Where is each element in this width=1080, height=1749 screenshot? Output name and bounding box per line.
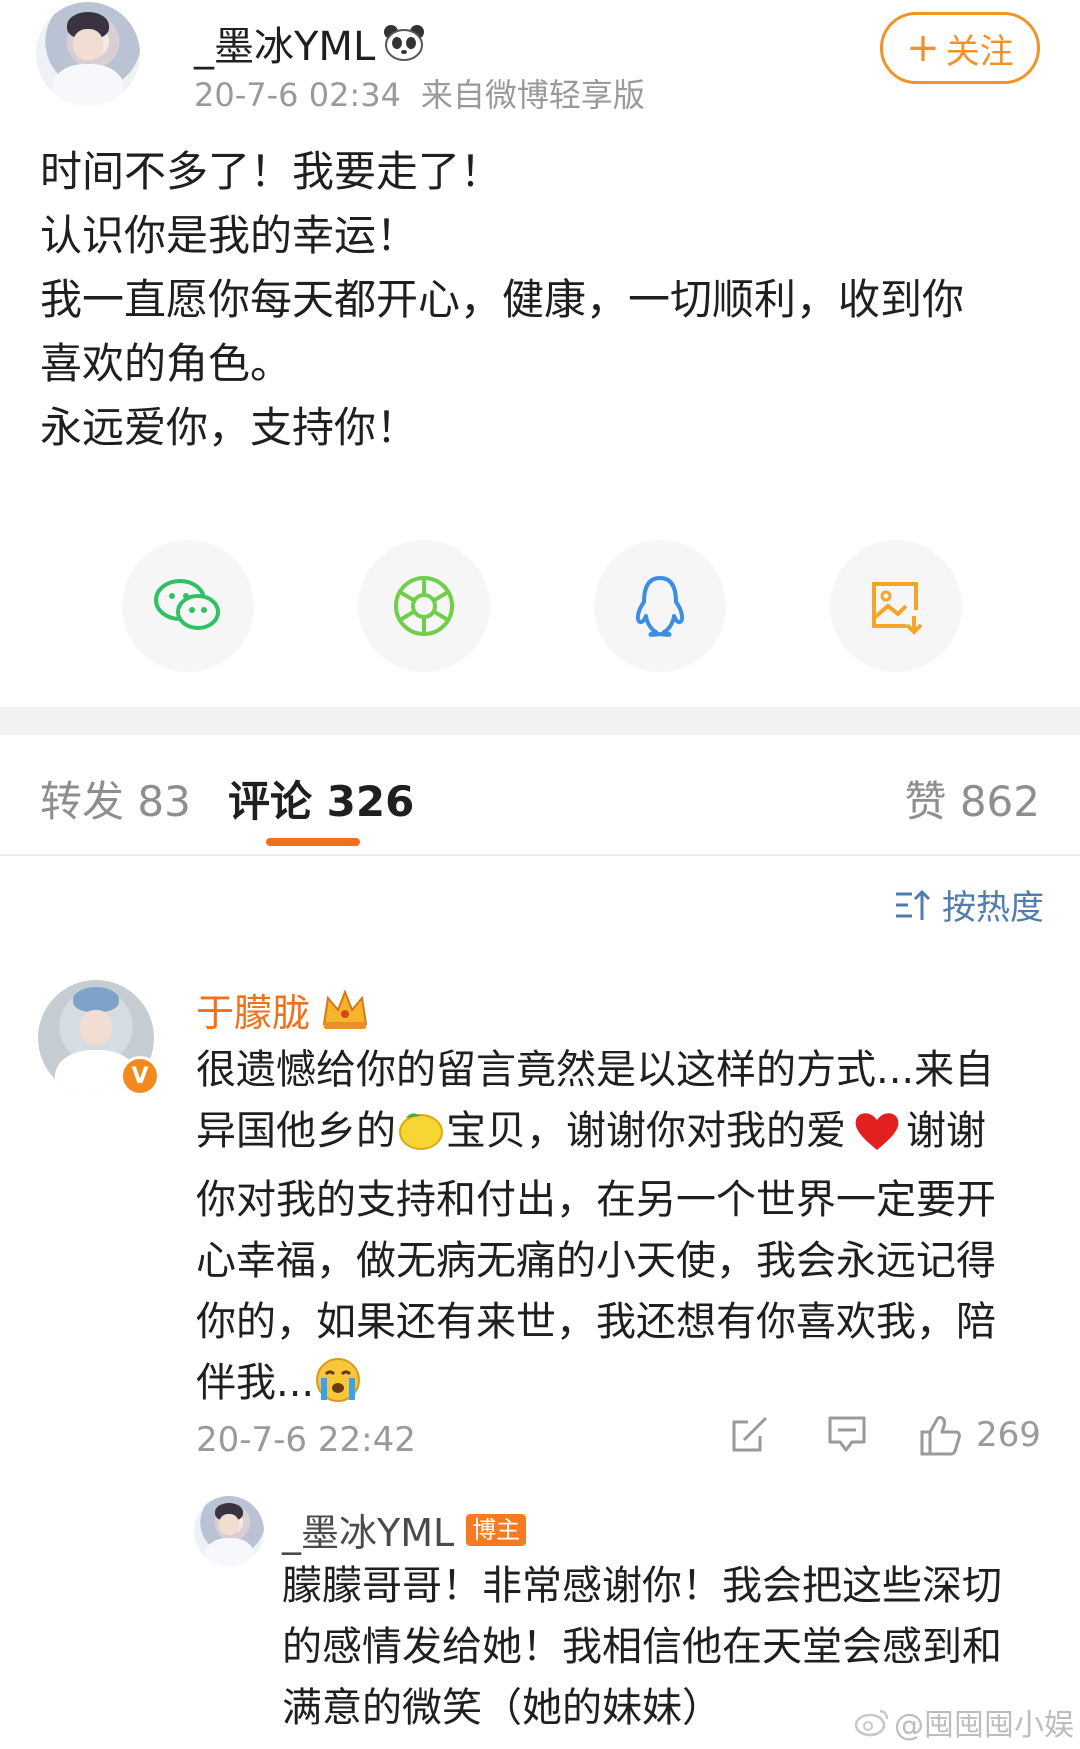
like-count: 269: [976, 1415, 1041, 1455]
comment-line: 很遗憾给你的留言竟然是以这样的方式...来自: [196, 1047, 995, 1093]
forward-comment-button[interactable]: [730, 1414, 770, 1454]
post-author-name[interactable]: _墨冰YML: [194, 14, 425, 72]
crown-icon: [322, 988, 368, 1029]
section-divider: [0, 707, 1080, 735]
share-moments-button[interactable]: [358, 540, 490, 672]
commenter-name[interactable]: 于朦胧: [196, 982, 370, 1037]
share-wechat-button[interactable]: [122, 540, 254, 672]
plus-icon: +: [906, 25, 940, 71]
like-comment-button[interactable]: 269: [918, 1414, 1041, 1456]
comment-icon: [828, 1416, 866, 1452]
author-avatar[interactable]: [36, 2, 140, 106]
tab-repost[interactable]: 转发 83: [40, 768, 191, 829]
watermark-text: @囤囤囤小娱: [894, 1708, 1074, 1743]
qq-icon: [635, 576, 685, 637]
weibo-logo-icon: [854, 1709, 889, 1737]
reply-author-name: _墨冰YML: [282, 1511, 455, 1555]
sort-label: 按热度: [942, 888, 1044, 928]
comment-body: 很遗憾给你的留言竟然是以这样的方式...来自 异国他乡的 宝贝，谢谢你对我的爱 …: [196, 1040, 1046, 1422]
moments-icon: [394, 576, 454, 636]
tab-likes[interactable]: 赞 862: [904, 768, 1040, 829]
tabs-divider: [0, 854, 1080, 856]
heart-emoji-icon: [846, 1108, 902, 1170]
reply-avatar[interactable]: [194, 1496, 264, 1566]
panda-emoji-icon: [383, 24, 425, 62]
follow-button[interactable]: + 关注: [880, 12, 1040, 84]
post-line: 认识你是我的幸运！: [40, 211, 419, 260]
post-time: 20-7-6 02:34: [194, 76, 401, 114]
thumbs-up-icon: [920, 1416, 961, 1456]
comment-line: 你对我的支持和付出，在另一个世界一定要开: [196, 1177, 996, 1223]
sort-by-hot-button[interactable]: 按热度: [894, 880, 1044, 929]
post-source: 来自微博轻享版: [420, 76, 645, 114]
post-line: 永远爱你，支持你！: [40, 403, 419, 452]
share-qq-button[interactable]: [594, 540, 726, 672]
save-image-icon: [872, 582, 923, 635]
reply-comment-button[interactable]: [826, 1414, 868, 1454]
comment-line: 异国他乡的 宝贝，谢谢你对我的爱 谢谢: [196, 1101, 1046, 1170]
tab-comments[interactable]: 评论 326: [228, 768, 414, 829]
post-author-text: _墨冰YML: [194, 24, 376, 70]
wechat-icon: [154, 579, 220, 630]
share-edit-icon: [732, 1416, 768, 1452]
post-body: 时间不多了！我要走了！ 认识你是我的幸运！ 我一直愿你每天都开心，健康，一切顺利…: [40, 140, 1040, 460]
author-tag-badge: 博主: [466, 1513, 527, 1546]
post-line: 喜欢的角色。: [40, 339, 293, 388]
verified-badge: V: [120, 1056, 160, 1096]
reply-line: 朦朦哥哥！非常感谢你！我会把这些深切: [282, 1563, 1002, 1609]
comment-line: 伴我...: [196, 1353, 1046, 1422]
lemon-emoji-icon: [396, 1108, 446, 1170]
reply-author[interactable]: _墨冰YML 博主: [282, 1502, 527, 1557]
comment-line: 你的，如果还有来世，我还想有你喜欢我，陪: [196, 1299, 996, 1345]
post-line: 时间不多了！我要走了！: [40, 147, 503, 196]
crying-emoji-icon: [314, 1356, 362, 1422]
commenter-name-text: 于朦胧: [196, 991, 311, 1035]
reply-line: 的感情发给她！我相信他在天堂会感到和: [282, 1624, 1002, 1670]
watermark: @囤囤囤小娱: [854, 1700, 1074, 1744]
save-image-button[interactable]: [830, 540, 962, 672]
comment-time: 20-7-6 22:42: [196, 1420, 416, 1460]
follow-label: 关注: [945, 31, 1014, 72]
sort-icon: [896, 889, 931, 920]
post-line: 我一直愿你每天都开心，健康，一切顺利，收到你: [40, 275, 965, 324]
post-meta: 20-7-6 02:34 来自微博轻享版: [194, 70, 645, 116]
comment-line: 心幸福，做无病无痛的小天使，我会永远记得: [196, 1238, 996, 1284]
active-tab-indicator: [266, 838, 360, 846]
